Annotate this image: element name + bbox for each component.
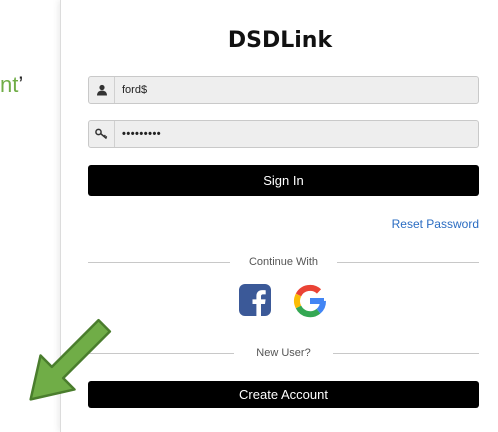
background-text-fragment: nt’ [0, 72, 23, 98]
google-icon [294, 284, 326, 318]
sign-in-button[interactable]: Sign In [88, 165, 479, 196]
password-field[interactable]: ••••••••• [88, 120, 479, 148]
password-value: ••••••••• [122, 128, 162, 140]
key-icon [89, 121, 115, 147]
brand-title: DSDLink [227, 28, 333, 53]
username-value: ford$ [122, 84, 148, 96]
reset-password-link[interactable]: Reset Password [392, 217, 479, 231]
facebook-icon [239, 284, 271, 316]
new-user-divider: New User? [88, 346, 479, 360]
login-card: DSDLink ford$ ••••••••• Sign In Reset Pa… [60, 0, 498, 432]
arrow-icon [29, 318, 112, 401]
create-account-button[interactable]: Create Account [88, 381, 479, 408]
user-icon [89, 77, 115, 103]
new-user-label: New User? [256, 347, 311, 359]
continue-with-divider: Continue With [88, 255, 479, 269]
facebook-login-button[interactable] [239, 284, 271, 316]
continue-with-label: Continue With [248, 256, 319, 268]
screenshot-stage: nt’ DSDLink ford$ ••••••••• Sign In Rese… [0, 0, 498, 432]
google-login-button[interactable] [293, 284, 327, 318]
background-text-tail: ’ [18, 72, 24, 97]
background-text-green: nt [0, 72, 19, 97]
username-field[interactable]: ford$ [88, 76, 479, 104]
